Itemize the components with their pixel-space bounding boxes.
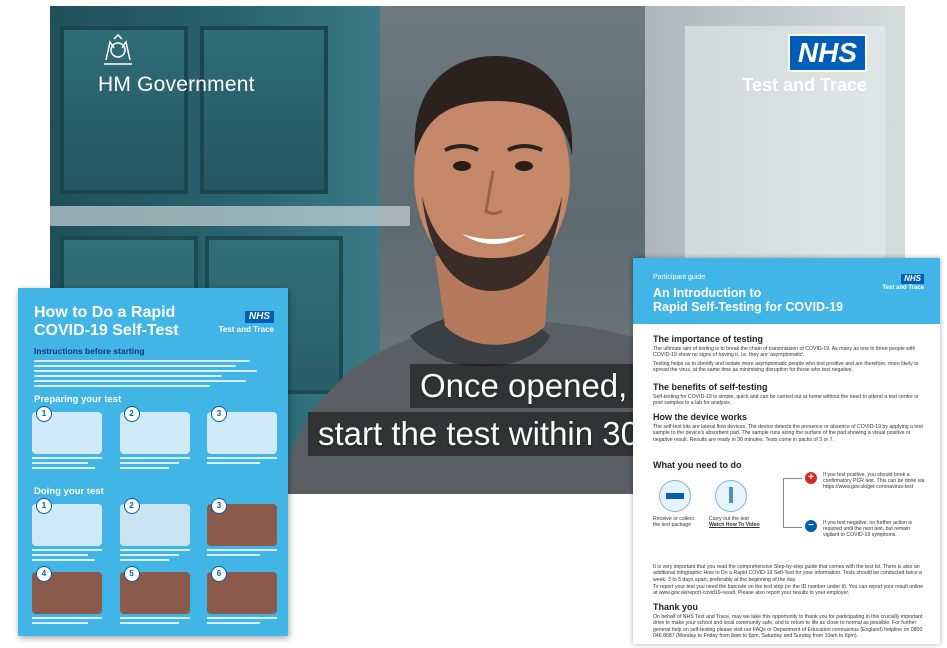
nhs-logo: NHS <box>244 311 274 323</box>
negative-icon: − <box>805 520 817 532</box>
leaflet-section-doing: Doing your test <box>34 486 104 497</box>
guide-banner: Participant guide An Introduction to Rap… <box>633 258 940 324</box>
positive-icon: + <box>805 472 817 484</box>
doing-step: 6 <box>207 566 277 624</box>
prep-step: 3 <box>207 406 277 469</box>
doing-step: 2 <box>119 498 190 561</box>
doing-steps-row-2: 4 5 6 <box>32 566 277 624</box>
nhs-logo: NHS <box>901 274 924 284</box>
leaflet-section-preparing: Preparing your test <box>34 394 122 405</box>
positive-result-text: If you test positive, you should book a … <box>823 472 925 491</box>
prep-step: 1 <box>32 406 102 469</box>
para-thank-you: On behalf of NHS Test and Trace, may we … <box>653 614 923 640</box>
nhs-service-name: Test and Trace <box>218 325 274 334</box>
doing-step: 4 <box>32 566 102 624</box>
leaflet-section-instructions: Instructions before starting <box>34 346 145 356</box>
guide-label: Participant guide <box>653 274 706 281</box>
leaflet-nhs-logo: NHS Test and Trace <box>219 306 274 334</box>
nhs-service-name: Test and Trace <box>742 75 867 95</box>
nhs-logo: NHS <box>787 34 867 72</box>
nhs-service-name: Test and Trace <box>882 285 924 291</box>
doing-steps-row-1: 1 2 3 <box>32 498 277 561</box>
government-name: HM Government <box>98 73 255 96</box>
watch-video-link[interactable]: Watch How To Video <box>709 522 769 528</box>
doing-step: 5 <box>119 566 190 624</box>
guide-title: An Introduction to Rapid Self-Testing fo… <box>653 286 844 314</box>
participant-guide: Participant guide An Introduction to Rap… <box>633 258 940 644</box>
self-test-leaflet: How to Do a Rapid COVID-19 Self-Test NHS… <box>18 288 288 636</box>
hm-government-logo: HM Government <box>98 33 255 97</box>
instructions-text-block <box>34 360 269 390</box>
test-swab-icon <box>715 480 747 512</box>
guide-nhs-logo: NHS Test and Trace <box>882 274 924 291</box>
steps-diagram: Receive or collect the test package Carr… <box>653 470 925 560</box>
heading-what-you-need: What you need to do <box>653 460 742 470</box>
doing-step: 1 <box>32 498 102 561</box>
para-report: To report your test you need the barcode… <box>653 584 924 597</box>
royal-crest-icon <box>104 33 132 65</box>
step-receive: Receive or collect the test package <box>653 516 694 529</box>
negative-result-text: If you test negative, no further action … <box>823 520 913 539</box>
para-step-guide: It is very important that you read the c… <box>653 564 922 583</box>
test-package-icon <box>659 480 691 512</box>
result-bracket <box>783 478 802 528</box>
nhs-test-and-trace-logo: NHS Test and Trace <box>742 34 867 96</box>
doing-step: 3 <box>207 498 277 561</box>
heading-device: How the device works <box>653 412 748 422</box>
para-importance: The ultimate aim of testing is to break … <box>653 346 916 359</box>
heading-benefits: The benefits of self-testing <box>653 382 768 392</box>
heading-thank-you: Thank you <box>653 602 699 612</box>
prep-step: 2 <box>119 406 190 469</box>
para-device: The self-test kits are lateral flow devi… <box>653 424 923 443</box>
heading-importance: The importance of testing <box>653 334 764 344</box>
para-benefits: Self-testing for COVID-19 is simple, qui… <box>653 394 919 407</box>
subtitle-line-1: Once opened, <box>410 364 638 408</box>
preparing-steps: 1 2 3 <box>32 406 277 469</box>
leaflet-title: How to Do a Rapid COVID-19 Self-Test <box>34 304 179 339</box>
para-importance-2: Testing helps us to identify and isolate… <box>653 361 919 374</box>
step-carry-out: Carry out the test Watch How To Video <box>709 516 769 528</box>
